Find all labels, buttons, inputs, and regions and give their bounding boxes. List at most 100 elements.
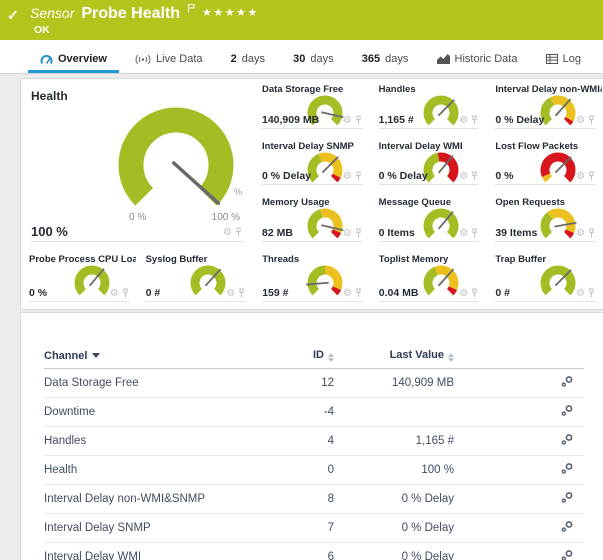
gear-icon[interactable]: ⚙ [576, 116, 585, 126]
cell-channel[interactable]: Downtime [44, 398, 289, 427]
gauge-dial [536, 92, 580, 132]
log-icon [546, 54, 558, 64]
gauge-dial [419, 205, 463, 245]
gauges-panel: Health % 0 % 100 % 100 % ⚙ Data Storage … [20, 78, 603, 310]
divider [262, 128, 363, 129]
flag-icon[interactable] [187, 0, 195, 18]
tab-log[interactable]: Log [534, 40, 593, 73]
pin-icon[interactable] [588, 115, 595, 127]
cell-last-value: 0 % Delay [334, 485, 454, 514]
pin-icon[interactable] [471, 115, 478, 127]
gear-icon[interactable]: ⚙ [343, 229, 352, 239]
cell-channel[interactable]: Health [44, 456, 289, 485]
pin-icon[interactable] [355, 288, 362, 300]
pin-icon[interactable] [471, 288, 478, 300]
tab-label: Live Data [156, 53, 202, 65]
divider [31, 241, 244, 242]
gauge-cell-toplist-memory: Toplist Memory0.04 MB⚙ [371, 249, 488, 309]
gear-icon[interactable]: ⚙ [226, 289, 235, 299]
pin-icon[interactable] [471, 228, 478, 240]
gauge-dial [186, 262, 230, 302]
gear-icon[interactable]: ⚙ [110, 289, 119, 299]
gauge-cell-memory-usage: Memory Usage82 MB⚙ [254, 192, 371, 249]
gauge-value: 82 MB [262, 227, 293, 239]
gear-icon[interactable]: ⚙ [343, 116, 352, 126]
gear-icon[interactable]: ⚙ [343, 289, 352, 299]
divider [495, 184, 596, 185]
cell-channel[interactable]: Interval Delay WMI [44, 543, 289, 560]
gauge-cell-message-queue: Message Queue0 Items⚙ [371, 192, 488, 249]
tab-30-days[interactable]: 30days [281, 40, 346, 73]
tab-365-days[interactable]: 365days [350, 40, 421, 73]
table-row: Interval Delay SNMP70 % Delay [44, 514, 584, 543]
column-header-channel[interactable]: Channel [44, 345, 289, 369]
tab-live-data[interactable]: Live Data [123, 40, 214, 73]
gear-icon[interactable]: ⚙ [459, 229, 468, 239]
table-row: Interval Delay non-WMI&SNMP80 % Delay [44, 485, 584, 514]
sensor-title[interactable]: Probe Health [81, 5, 180, 23]
column-header-last-value[interactable]: Last Value [334, 345, 454, 369]
pin-icon[interactable] [355, 171, 362, 183]
gauge-dial [419, 92, 463, 132]
pin-icon[interactable] [588, 288, 595, 300]
tab-2-days[interactable]: 2days [219, 40, 277, 73]
pin-icon[interactable] [588, 228, 595, 240]
gauge-unit-label: % [234, 187, 242, 197]
cell-channel[interactable]: Handles [44, 427, 289, 456]
gear-icon[interactable]: ⚙ [576, 172, 585, 182]
cell-id: 8 [289, 485, 334, 514]
gear-icon[interactable]: ⚙ [459, 289, 468, 299]
divider [262, 301, 363, 302]
channel-settings-icon[interactable] [560, 520, 574, 533]
gauge-value: 0 # [495, 287, 510, 299]
gear-icon[interactable]: ⚙ [459, 116, 468, 126]
tab-label: days [310, 53, 333, 65]
pin-icon[interactable] [235, 227, 242, 239]
tab-label: Overview [58, 53, 107, 65]
column-header-id[interactable]: ID [289, 345, 334, 369]
divider [495, 301, 596, 302]
divider [495, 241, 596, 242]
cell-last-value: 1,165 # [334, 427, 454, 456]
channel-settings-icon[interactable] [560, 462, 574, 475]
tab-label: Historic Data [455, 53, 518, 65]
gauge-cell-interval-delay-snmp: Interval Delay SNMP0 % Delay⚙ [254, 136, 371, 193]
cell-channel[interactable]: Data Storage Free [44, 369, 289, 398]
gear-icon[interactable]: ⚙ [223, 228, 232, 238]
priority-stars[interactable]: ★★★★★ [202, 6, 259, 19]
divider [146, 301, 247, 302]
tab-historic-data[interactable]: Historic Data [425, 40, 530, 73]
pin-icon[interactable] [355, 228, 362, 240]
gear-icon[interactable]: ⚙ [576, 289, 585, 299]
gauge-value: 0 % [29, 287, 47, 299]
channel-settings-icon[interactable] [560, 433, 574, 446]
gauge-dial [303, 92, 347, 132]
channel-settings-icon[interactable] [560, 404, 574, 417]
gauge-value: 1,165 # [379, 114, 414, 126]
pin-icon[interactable] [588, 171, 595, 183]
gauge-dial [536, 149, 580, 189]
channel-settings-icon[interactable] [560, 549, 574, 560]
tab-overview[interactable]: Overview [28, 40, 119, 73]
gear-icon[interactable]: ⚙ [576, 229, 585, 239]
pin-icon[interactable] [122, 288, 129, 300]
channel-settings-icon[interactable] [560, 375, 574, 388]
pin-icon[interactable] [238, 288, 245, 300]
channel-settings-icon[interactable] [560, 491, 574, 504]
gear-icon[interactable]: ⚙ [459, 172, 468, 182]
gear-icon[interactable]: ⚙ [343, 172, 352, 182]
sensor-status-text: OK [34, 24, 50, 36]
cell-channel[interactable]: Interval Delay SNMP [44, 514, 289, 543]
pin-icon[interactable] [355, 115, 362, 127]
cell-id: 4 [289, 427, 334, 456]
gauge-value: 0 % Delay [379, 170, 428, 182]
gauge-cell-health: Health % 0 % 100 % 100 % ⚙ [21, 79, 254, 249]
cell-id: 0 [289, 456, 334, 485]
tab-bar: Overview Live Data 2days30days365days Histo… [0, 40, 603, 74]
gauge-dial [419, 149, 463, 189]
gauge-value: 39 Items [495, 227, 537, 239]
status-ok-check-icon: ✓ [7, 7, 19, 24]
gauge-value: 100 % [31, 224, 68, 239]
pin-icon[interactable] [471, 171, 478, 183]
cell-channel[interactable]: Interval Delay non-WMI&SNMP [44, 485, 289, 514]
